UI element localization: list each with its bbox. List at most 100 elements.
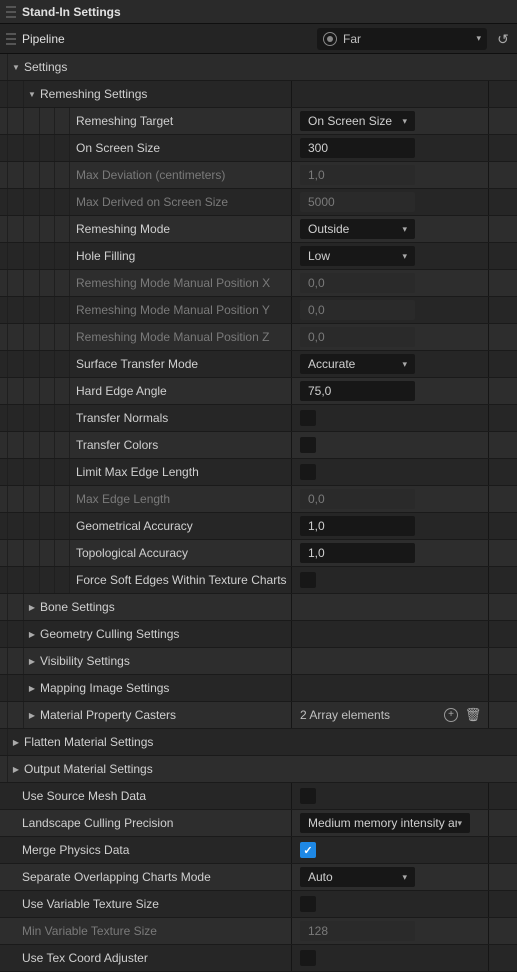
chevron-down-icon: ▾ <box>476 33 481 44</box>
manual-y-label: Remeshing Mode Manual Position Y <box>76 303 270 317</box>
remeshing-label: Remeshing Settings <box>40 87 147 101</box>
on-screen-size-input[interactable]: 300 <box>300 138 415 158</box>
max-derived-label: Max Derived on Screen Size <box>76 195 228 209</box>
surface-transfer-label: Surface Transfer Mode <box>76 357 198 371</box>
min-var-tex-row: Min Variable Texture Size 128 <box>0 918 517 945</box>
separate-charts-label: Separate Overlapping Charts Mode <box>22 870 211 884</box>
chevron-down-icon: ▾ <box>402 224 407 235</box>
max-deviation-input: 1,0 <box>300 165 415 185</box>
merge-physics-checkbox[interactable] <box>300 842 316 858</box>
surface-transfer-dropdown[interactable]: Accurate▾ <box>300 354 415 374</box>
add-element-button[interactable]: + <box>444 708 458 722</box>
transfer-normals-row: Transfer Normals <box>0 405 517 432</box>
pipeline-label: Pipeline <box>22 32 317 46</box>
chevron-down-icon: ▾ <box>402 251 407 262</box>
use-var-tex-checkbox[interactable] <box>300 896 316 912</box>
expand-arrow-icon[interactable] <box>27 603 37 612</box>
remeshing-section[interactable]: Remeshing Settings <box>0 81 517 108</box>
force-soft-edges-checkbox[interactable] <box>300 572 316 588</box>
limit-max-edge-row: Limit Max Edge Length <box>0 459 517 486</box>
manual-z-input: 0,0 <box>300 327 415 347</box>
force-soft-edges-row: Force Soft Edges Within Texture Charts <box>0 567 517 594</box>
transfer-normals-label: Transfer Normals <box>76 411 168 425</box>
header-title: Stand-In Settings <box>22 5 121 19</box>
max-derived-input: 5000 <box>300 192 415 212</box>
limit-max-edge-label: Limit Max Edge Length <box>76 465 199 479</box>
header: Stand-In Settings <box>0 0 517 24</box>
chevron-down-icon: ▾ <box>402 359 407 370</box>
topo-accuracy-input[interactable]: 1,0 <box>300 543 415 563</box>
max-edge-length-input: 0,0 <box>300 489 415 509</box>
use-source-mesh-label: Use Source Mesh Data <box>22 789 146 803</box>
separate-charts-dropdown[interactable]: Auto▾ <box>300 867 415 887</box>
expand-arrow-icon[interactable] <box>27 711 37 720</box>
max-derived-row: Max Derived on Screen Size 5000 <box>0 189 517 216</box>
geo-accuracy-row: Geometrical Accuracy 1,0 <box>0 513 517 540</box>
bone-settings-section[interactable]: Bone Settings <box>0 594 517 621</box>
expand-arrow-icon[interactable] <box>11 765 21 774</box>
min-var-tex-input: 128 <box>300 921 415 941</box>
chevron-down-icon: ▾ <box>402 872 407 883</box>
flatten-material-label: Flatten Material Settings <box>24 735 153 749</box>
topo-accuracy-label: Topological Accuracy <box>76 546 188 560</box>
output-material-section[interactable]: Output Material Settings <box>0 756 517 783</box>
manual-y-input: 0,0 <box>300 300 415 320</box>
pipeline-dropdown[interactable]: Far ▾ <box>317 28 487 50</box>
limit-max-edge-checkbox[interactable] <box>300 464 316 480</box>
separate-charts-row: Separate Overlapping Charts Mode Auto▾ <box>0 864 517 891</box>
mapping-image-label: Mapping Image Settings <box>40 681 169 695</box>
transfer-colors-checkbox[interactable] <box>300 437 316 453</box>
flatten-material-section[interactable]: Flatten Material Settings <box>0 729 517 756</box>
pipeline-row: Pipeline Far ▾ ↺ <box>0 24 517 54</box>
hole-filling-dropdown[interactable]: Low▾ <box>300 246 415 266</box>
max-deviation-label: Max Deviation (centimeters) <box>76 168 225 182</box>
landscape-culling-row: Landscape Culling Precision Medium memor… <box>0 810 517 837</box>
use-tex-coord-checkbox[interactable] <box>300 950 316 966</box>
use-var-tex-label: Use Variable Texture Size <box>22 897 159 911</box>
hard-edge-input[interactable]: 75,0 <box>300 381 415 401</box>
surface-transfer-row: Surface Transfer Mode Accurate▾ <box>0 351 517 378</box>
geo-accuracy-input[interactable]: 1,0 <box>300 516 415 536</box>
remeshing-mode-dropdown[interactable]: Outside▾ <box>300 219 415 239</box>
expand-arrow-icon[interactable] <box>27 630 37 639</box>
asset-icon <box>323 32 337 46</box>
grip-icon <box>6 33 16 45</box>
visibility-section[interactable]: Visibility Settings <box>0 648 517 675</box>
hole-filling-row: Hole Filling Low▾ <box>0 243 517 270</box>
transfer-colors-row: Transfer Colors <box>0 432 517 459</box>
transfer-normals-checkbox[interactable] <box>300 410 316 426</box>
landscape-culling-dropdown[interactable]: Medium memory intensity an▾ <box>300 813 470 833</box>
material-casters-label: Material Property Casters <box>40 708 176 722</box>
expand-arrow-icon[interactable] <box>27 684 37 693</box>
merge-physics-row: Merge Physics Data <box>0 837 517 864</box>
output-material-label: Output Material Settings <box>24 762 153 776</box>
expand-arrow-icon[interactable] <box>11 63 21 72</box>
revert-button[interactable]: ↺ <box>495 31 511 47</box>
topo-accuracy-row: Topological Accuracy 1,0 <box>0 540 517 567</box>
landscape-culling-label: Landscape Culling Precision <box>22 816 173 830</box>
visibility-label: Visibility Settings <box>40 654 130 668</box>
pipeline-value: Far <box>343 32 361 46</box>
remeshing-target-dropdown[interactable]: On Screen Size▾ <box>300 111 415 131</box>
expand-arrow-icon[interactable] <box>11 738 21 747</box>
expand-arrow-icon[interactable] <box>27 90 37 99</box>
expand-arrow-icon[interactable] <box>27 657 37 666</box>
manual-x-input: 0,0 <box>300 273 415 293</box>
manual-x-row: Remeshing Mode Manual Position X 0,0 <box>0 270 517 297</box>
geo-culling-section[interactable]: Geometry Culling Settings <box>0 621 517 648</box>
mapping-image-section[interactable]: Mapping Image Settings <box>0 675 517 702</box>
settings-section[interactable]: Settings <box>0 54 517 81</box>
remeshing-mode-row: Remeshing Mode Outside▾ <box>0 216 517 243</box>
manual-y-row: Remeshing Mode Manual Position Y 0,0 <box>0 297 517 324</box>
on-screen-size-row: On Screen Size 300 <box>0 135 517 162</box>
use-source-mesh-checkbox[interactable] <box>300 788 316 804</box>
clear-array-button[interactable]: 🗑 <box>466 708 480 722</box>
manual-z-label: Remeshing Mode Manual Position Z <box>76 330 269 344</box>
bone-settings-label: Bone Settings <box>40 600 115 614</box>
hard-edge-label: Hard Edge Angle <box>76 384 167 398</box>
remeshing-mode-label: Remeshing Mode <box>76 222 170 236</box>
remeshing-target-label: Remeshing Target <box>76 114 173 128</box>
on-screen-size-label: On Screen Size <box>76 141 160 155</box>
geo-culling-label: Geometry Culling Settings <box>40 627 179 641</box>
material-casters-section[interactable]: Material Property Casters 2 Array elemen… <box>0 702 517 729</box>
